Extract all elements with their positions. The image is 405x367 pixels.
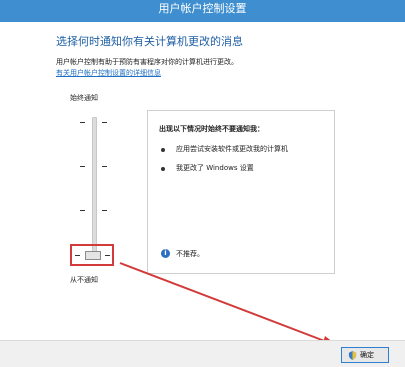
arrow-shaft [119, 262, 336, 346]
slider-top-label: 始终通知 [70, 94, 98, 102]
bullet-item: 应用尝试安装软件或更改我的计算机 [176, 145, 288, 153]
slider-tick-right [102, 122, 107, 123]
window-title: 用户帐户控制设置 [158, 2, 247, 15]
ok-button[interactable]: 确定 [341, 347, 389, 363]
slider-tick-left [80, 210, 85, 211]
bullet-item: 我更改了 Windows 设置 [176, 164, 254, 172]
page-heading: 选择何时通知你有关计算机更改的消息 [56, 35, 243, 48]
bullet-icon [161, 148, 165, 152]
slider-tick-right [102, 210, 107, 211]
slider-tick-right [102, 166, 107, 167]
uac-shield-icon [348, 351, 357, 360]
slider-highlight-annotation [70, 244, 114, 266]
info-icon: i [161, 249, 170, 258]
notification-slider-track[interactable] [92, 117, 97, 257]
slider-tick-left [80, 122, 85, 123]
title-bar: 用户帐户控制设置 [0, 0, 405, 22]
uac-settings-window: 用户帐户控制设置 选择何时通知你有关计算机更改的消息 用户帐户控制有助于预防有害… [0, 0, 405, 367]
not-recommended-note: 不推荐。 [176, 250, 204, 258]
ok-button-label: 确定 [360, 351, 374, 359]
info-panel: 出现以下情况时始终不要通知我： 应用尝试安装软件或更改我的计算机 我更改了 Wi… [147, 110, 335, 274]
panel-title: 出现以下情况时始终不要通知我： [159, 125, 264, 133]
slider-bottom-label: 从不通知 [70, 276, 98, 284]
slider-tick-left [80, 166, 85, 167]
bullet-icon [161, 167, 165, 171]
page-description: 用户帐户控制有助于预防有害程序对你的计算机进行更改。 [56, 58, 238, 66]
uac-help-link[interactable]: 有关用户帐户控制设置的详细信息 [56, 68, 161, 78]
